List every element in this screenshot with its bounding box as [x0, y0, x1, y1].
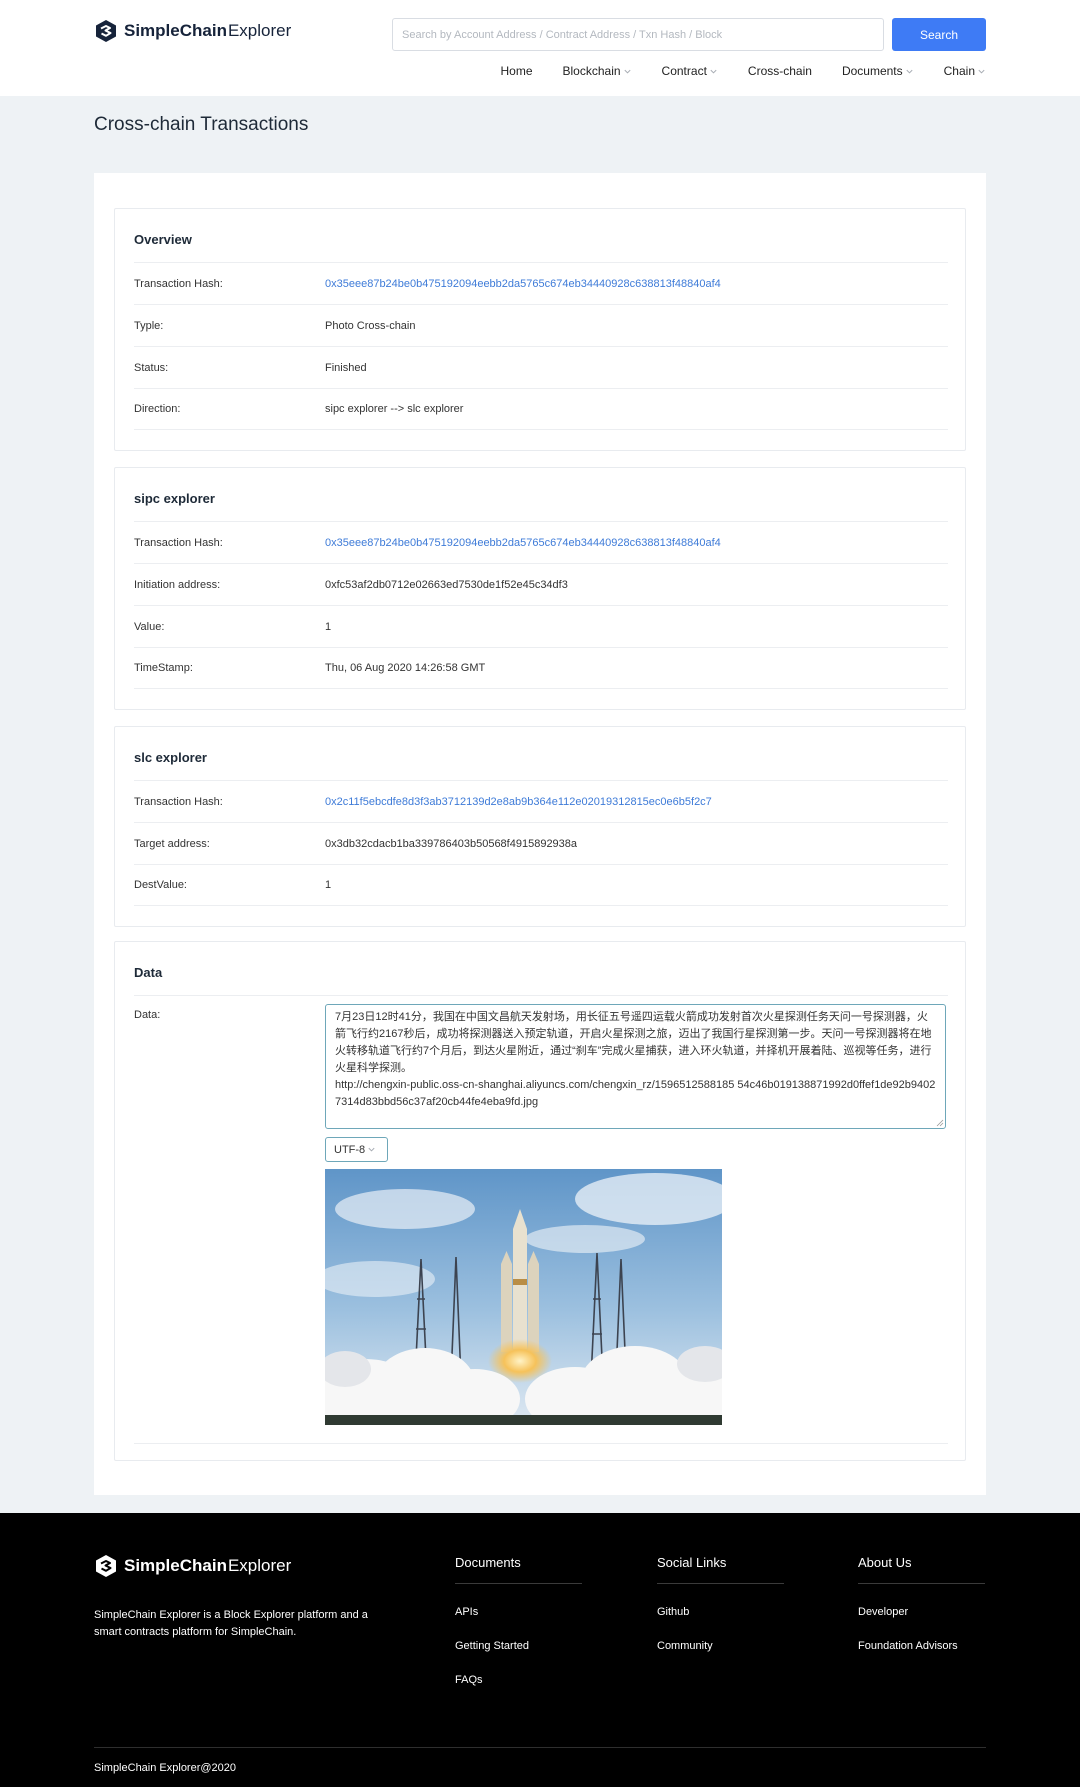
row-value: 0xfc53af2db0712e02663ed7530de1f52e45c34d…	[325, 578, 568, 591]
footer-logo[interactable]: SimpleChain Explorer	[94, 1554, 291, 1578]
search-button[interactable]: Search	[892, 18, 986, 51]
nav-item-documents[interactable]: Documents	[842, 64, 914, 78]
simplechain-logo-icon	[96, 1555, 116, 1577]
row-label: Transaction Hash:	[134, 277, 223, 290]
row-label: Initiation address:	[134, 578, 221, 591]
detail-row: Transaction Hash: 0x35eee87b24be0b475192…	[134, 521, 948, 563]
logo-text-light: Explorer	[227, 21, 292, 40]
site-footer: SimpleChain Explorer SimpleChain Explore…	[0, 1513, 1080, 1787]
footer-column-title: Social Links	[657, 1555, 784, 1584]
chevron-down-icon	[978, 69, 985, 74]
chevron-down-icon	[368, 1147, 375, 1152]
row-value: Thu, 06 Aug 2020 14:26:58 GMT	[325, 662, 486, 674]
footer-link-github[interactable]: Github	[657, 1606, 784, 1618]
encoding-select[interactable]: UTF-8	[325, 1137, 388, 1162]
transaction-hash-link[interactable]: 0x2c11f5ebcdfe8d3f3ab3712139d2e8ab9b364e…	[325, 796, 712, 808]
transaction-detail-card: Overview Transaction Hash: 0x35eee87b24b…	[94, 173, 986, 1495]
nav-label: Blockchain	[562, 64, 621, 78]
page-title: Cross-chain Transactions	[94, 114, 309, 135]
nav-label: Contract	[661, 64, 707, 78]
row-value: 0x3db32cdacb1ba339786403b50568f491589293…	[325, 837, 578, 850]
nav-label: Chain	[943, 64, 975, 78]
nav-item-contract[interactable]: Contract	[662, 64, 718, 78]
section-title: slc explorer	[134, 750, 207, 765]
detail-row: Direction: sipc explorer --> slc explore…	[134, 388, 948, 430]
detail-row: Value: 1	[134, 605, 948, 647]
section-title: Data	[134, 965, 163, 980]
section-title: sipc explorer	[134, 491, 215, 506]
row-label: Target address:	[134, 837, 210, 850]
footer-description: SimpleChain Explorer is a Block Explorer…	[94, 1609, 368, 1638]
detail-row: DestValue: 1	[134, 864, 948, 906]
encoding-value: UTF-8	[334, 1143, 366, 1156]
row-value: sipc explorer --> slc explorer	[325, 403, 464, 415]
chevron-down-icon	[710, 69, 717, 74]
overview-section: Overview Transaction Hash: 0x35eee87b24b…	[114, 208, 966, 451]
footer-link-developer[interactable]: Developer	[858, 1606, 985, 1618]
main-nav: Home Blockchain Contract Cross-chain Doc…	[471, 64, 987, 78]
chevron-down-icon	[623, 69, 631, 74]
footer-divider	[94, 1747, 986, 1748]
logo-text-strong: SimpleChain	[124, 1556, 227, 1575]
row-value: Photo Cross-chain	[325, 319, 416, 332]
chevron-down-icon	[906, 69, 913, 74]
row-label: Direction:	[134, 403, 181, 415]
detail-row: Transaction Hash: 0x35eee87b24be0b475192…	[134, 262, 948, 304]
nav-item-chain[interactable]: Chain	[944, 64, 986, 78]
detail-row: Typle: Photo Cross-chain	[134, 304, 948, 346]
row-label: DestValue:	[134, 879, 187, 891]
logo-text-light: Explorer	[227, 1556, 292, 1575]
resize-grip-icon[interactable]	[936, 1119, 944, 1127]
footer-copyright: SimpleChain Explorer@2020	[94, 1762, 237, 1774]
footer-link-faqs[interactable]: FAQs	[455, 1674, 582, 1686]
logo-text-strong: SimpleChain	[124, 21, 227, 40]
search-input[interactable]	[392, 18, 884, 51]
row-label: Data:	[134, 1009, 161, 1021]
nav-item-home[interactable]: Home	[501, 64, 533, 78]
row-value: 1	[325, 620, 332, 633]
transaction-hash-link[interactable]: 0x35eee87b24be0b475192094eebb2da5765c674…	[325, 278, 721, 290]
row-label: Transaction Hash:	[134, 795, 223, 808]
transaction-hash-link[interactable]: 0x35eee87b24be0b475192094eebb2da5765c674…	[325, 537, 721, 549]
row-value: Finished	[325, 361, 367, 374]
nav-item-blockchain[interactable]: Blockchain	[563, 64, 632, 78]
footer-link-apis[interactable]: APIs	[455, 1606, 582, 1618]
row-label: Status:	[134, 361, 169, 374]
detail-row: Target address: 0x3db32cdacb1ba339786403…	[134, 822, 948, 864]
nav-label: Cross-chain	[747, 64, 812, 78]
sipc-explorer-section: sipc explorer Transaction Hash: 0x35eee8…	[114, 467, 966, 710]
row-label: Transaction Hash:	[134, 536, 223, 549]
footer-column-social-links: Social Links Github Community	[657, 1555, 784, 1652]
site-logo[interactable]: SimpleChain Explorer	[94, 19, 291, 43]
footer-column-title: Documents	[455, 1555, 582, 1584]
footer-link-community[interactable]: Community	[657, 1640, 784, 1652]
slc-explorer-section: slc explorer Transaction Hash: 0x2c11f5e…	[114, 726, 966, 927]
data-textarea[interactable]: 7月23日12时41分，我国在中国文昌航天发射场，用长征五号遥四运载火箭成功发射…	[325, 1004, 946, 1129]
detail-row: TimeStamp: Thu, 06 Aug 2020 14:26:58 GMT	[134, 647, 948, 689]
nav-label: Documents	[841, 64, 903, 78]
footer-column-title: About Us	[858, 1555, 985, 1584]
nav-item-cross-chain[interactable]: Cross-chain	[748, 64, 812, 78]
section-title: Overview	[134, 232, 192, 247]
footer-column-documents: Documents APIs Getting Started FAQs	[455, 1555, 582, 1686]
detail-row: Transaction Hash: 0x2c11f5ebcdfe8d3f3ab3…	[134, 780, 948, 822]
row-label: TimeStamp:	[134, 662, 193, 674]
nav-label: Home	[500, 64, 533, 78]
simplechain-logo-icon	[96, 20, 116, 42]
footer-link-foundation-advisors[interactable]: Foundation Advisors	[858, 1640, 985, 1652]
row-label: Typle:	[134, 319, 164, 332]
row-value: 1	[325, 879, 332, 891]
footer-column-about-us: About Us Developer Foundation Advisors	[858, 1555, 985, 1652]
data-section: Data Data: 7月23日12时41分，我国在中国文昌航天发射场，用长征五…	[114, 941, 966, 1461]
footer-link-getting-started[interactable]: Getting Started	[455, 1640, 582, 1652]
site-header: SimpleChain Explorer Search Home Blockch…	[0, 0, 1080, 96]
detail-row: Initiation address: 0xfc53af2db0712e0266…	[134, 563, 948, 605]
detail-row: Status: Finished	[134, 346, 948, 388]
row-label: Value:	[134, 620, 165, 633]
rocket-launch-photo	[325, 1169, 722, 1425]
